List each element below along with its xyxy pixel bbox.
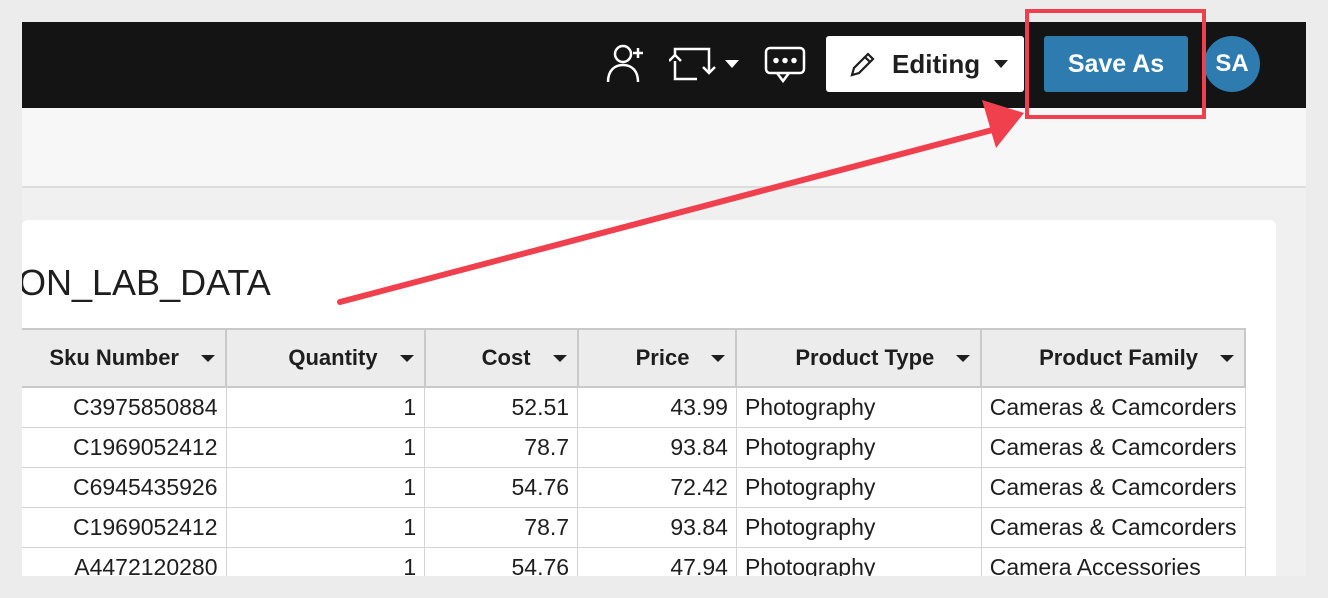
save-as-button[interactable]: Save As [1044,36,1188,92]
column-header-label: Product Family [1039,345,1198,370]
table-row[interactable]: C3975850884 1 52.51 43.99 Photography Cameras… [22,387,1246,428]
column-header-label: Cost [481,345,531,370]
column-header-price[interactable]: Price [576,328,738,388]
cell-price[interactable]: 72.42 [577,467,737,508]
cell-sku-number[interactable]: C3975850884 [22,387,227,428]
cell-cost[interactable]: 52.51 [424,387,579,428]
cell-cost[interactable]: 78.7 [424,427,579,468]
cell-cost[interactable]: 78.7 [424,507,579,548]
cell-product-type[interactable]: Photography [735,507,982,548]
cell-quantity[interactable]: 1 [225,467,426,508]
avatar[interactable]: SA [1204,36,1260,92]
table-row[interactable]: C1969052412 1 78.7 93.84 Photography Cameras … [22,427,1246,468]
column-header-label: Quantity [288,345,378,370]
column-header-cost[interactable]: Cost [423,328,579,388]
table-row[interactable]: C1969052412 1 78.7 93.84 Photography Cameras … [22,507,1246,548]
chevron-down-icon[interactable] [711,354,726,362]
pencil-icon [850,52,875,77]
chevron-down-icon[interactable] [201,354,215,362]
table-title: ON_LAB_DATA [22,262,271,303]
editing-label: Editing [892,48,981,79]
cell-price[interactable]: 47.94 [577,547,737,576]
chevron-down-icon[interactable] [722,56,742,72]
column-header-label: Price [635,345,690,370]
sync-icon[interactable] [668,42,718,86]
column-header-product-type[interactable]: Product Type [735,328,983,388]
chevron-down-icon[interactable] [956,354,971,362]
cell-sku-number[interactable]: A4472120280 [22,547,227,576]
cell-product-family[interactable]: Cameras & Camcorders [980,467,1246,508]
cell-cost[interactable]: 54.76 [424,467,579,508]
column-header-product-family[interactable]: Product Family [980,328,1246,388]
cell-quantity[interactable]: 1 [225,507,426,548]
table-card: ON_LAB_DATA Sku Number Quantity Cost Price P… [22,220,1276,576]
cell-product-family[interactable]: Camera Accessories [980,547,1246,576]
cell-sku-number[interactable]: C1969052412 [22,507,227,548]
chevron-down-icon[interactable] [1220,354,1234,362]
top-toolbar: Editing Save As SA [22,22,1306,108]
data-table: Sku Number Quantity Cost Price Product Type P… [22,328,1246,576]
column-header-label: Sku Number [49,345,179,370]
chevron-down-icon[interactable] [552,354,567,362]
cell-sku-number[interactable]: C1969052412 [22,427,227,468]
cell-product-type[interactable]: Photography [735,427,982,468]
cell-product-type[interactable]: Photography [735,547,982,576]
column-header-label: Product Type [795,345,935,370]
secondary-toolbar [22,108,1306,188]
cell-price[interactable]: 43.99 [577,387,737,428]
cell-product-type[interactable]: Photography [735,467,982,508]
table-row[interactable]: C6945435926 1 54.76 72.42 Photography Cameras… [22,467,1246,508]
cell-sku-number[interactable]: C6945435926 [22,467,227,508]
comment-icon[interactable] [762,42,808,88]
table-header-row: Sku Number Quantity Cost Price Product Type P… [22,328,1246,388]
cell-quantity[interactable]: 1 [225,427,426,468]
chevron-down-icon [994,60,1009,68]
table-body: C3975850884 1 52.51 43.99 Photography Cameras… [22,387,1246,576]
add-user-icon[interactable] [604,40,650,88]
column-header-sku-number[interactable]: Sku Number [22,328,227,388]
table-row[interactable]: A4472120280 1 54.76 47.94 Photography Camera … [22,547,1246,576]
cell-price[interactable]: 93.84 [577,507,737,548]
cell-product-type[interactable]: Photography [735,387,982,428]
editing-mode-button[interactable]: Editing [826,36,1024,92]
cell-price[interactable]: 93.84 [577,427,737,468]
cell-quantity[interactable]: 1 [225,387,426,428]
cell-quantity[interactable]: 1 [225,547,426,576]
cell-product-family[interactable]: Cameras & Camcorders [980,427,1246,468]
chevron-down-icon[interactable] [399,354,414,362]
app-window: Editing Save As SA ON_LAB_DATA Sku Numbe… [22,22,1306,576]
column-header-quantity[interactable]: Quantity [225,328,426,388]
cell-product-family[interactable]: Cameras & Camcorders [980,387,1246,428]
cell-cost[interactable]: 54.76 [424,547,579,576]
cell-product-family[interactable]: Cameras & Camcorders [980,507,1246,548]
